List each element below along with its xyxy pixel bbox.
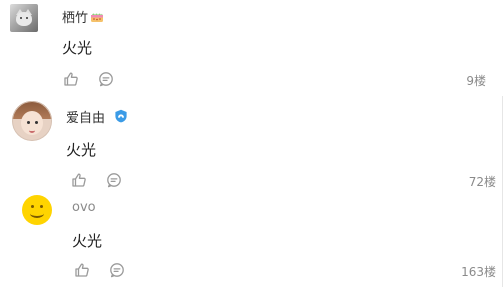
thumbs-up-icon[interactable] <box>71 172 87 188</box>
comment-text: 火光 <box>62 39 93 57</box>
avatar[interactable] <box>12 101 52 141</box>
comment-item: 栖竹 火光 9楼 <box>0 0 504 92</box>
username[interactable]: ovo <box>72 200 96 215</box>
username[interactable]: 爱自由 <box>66 107 105 126</box>
reply-bubble-icon[interactable] <box>106 172 122 188</box>
shield-badge-icon <box>114 108 128 123</box>
thumbs-up-icon[interactable] <box>63 71 79 87</box>
comment-text: 火光 <box>66 141 97 159</box>
thumbs-up-icon[interactable] <box>74 262 90 278</box>
cake-badge-icon <box>90 8 104 22</box>
floor-number: 72楼 <box>468 175 496 189</box>
floor-number: 163楼 <box>461 265 496 279</box>
reply-bubble-icon[interactable] <box>109 262 125 278</box>
avatar[interactable] <box>22 195 52 225</box>
username[interactable]: 栖竹 <box>62 7 88 26</box>
comment-text: 火光 <box>72 232 103 250</box>
floor-number: 9楼 <box>466 74 486 88</box>
avatar[interactable] <box>10 4 38 32</box>
reply-bubble-icon[interactable] <box>98 71 114 87</box>
